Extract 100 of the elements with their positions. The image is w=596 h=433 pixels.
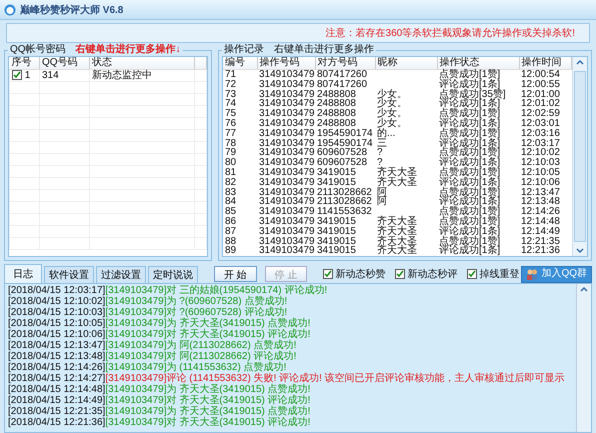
checkbox[interactable] bbox=[323, 269, 334, 279]
table-cell: 2488808 bbox=[317, 118, 356, 129]
table-cell: 12:00:54 bbox=[521, 69, 560, 80]
panel-title: QQ帐号密码 bbox=[10, 44, 66, 56]
table-cell: 12:13:47 bbox=[521, 186, 560, 198]
table-cell: 评论成功[1条] bbox=[439, 176, 500, 188]
table-cell: 的... bbox=[377, 128, 396, 139]
table-cell: 3419015 bbox=[317, 216, 356, 227]
table-cell: 12:03:01 bbox=[521, 118, 560, 129]
table-cell: 12:10:02 bbox=[521, 147, 560, 158]
column-header[interactable]: 操作状态 bbox=[437, 57, 519, 70]
column-header[interactable]: 状态 bbox=[90, 57, 194, 70]
table-cell: 12:14:48 bbox=[521, 216, 560, 227]
column-header[interactable]: 编号 bbox=[223, 57, 257, 70]
start-button[interactable]: 开 始 bbox=[214, 266, 257, 282]
log-line: [2018/04/15 12:03:17][3149103479]对 三的姑娘(1954590174) 评论成功! bbox=[8, 285, 328, 296]
table-cell: 点赞成功[1赞] bbox=[439, 216, 500, 227]
table-cell: 3419015 bbox=[317, 245, 356, 256]
table-cell: 12:10:06 bbox=[521, 176, 560, 188]
checkbox[interactable] bbox=[467, 269, 478, 279]
table-cell: 3149103479 bbox=[259, 147, 315, 158]
table-cell: 87 bbox=[225, 226, 236, 237]
tab[interactable]: 过滤设置 bbox=[96, 266, 146, 283]
table-cell: 1 bbox=[24, 70, 30, 81]
table-cell: 齐天大圣 bbox=[377, 245, 417, 256]
checkbox[interactable] bbox=[395, 269, 406, 279]
table-cell: 1954590174 bbox=[317, 138, 373, 149]
panel-hint: 右键单击进行更多操作 bbox=[274, 44, 374, 56]
table-cell: 少女。 bbox=[377, 88, 407, 100]
table-cell: 84 bbox=[225, 196, 236, 208]
table-cell: 评论成功[1条] bbox=[439, 138, 500, 149]
column-header[interactable]: 操作时间 bbox=[519, 57, 572, 70]
tab[interactable]: 定时说说 bbox=[148, 266, 198, 283]
column-header[interactable]: 昵称 bbox=[375, 57, 437, 70]
log-line: [2018/04/15 12:14:26][3149103479]为 (1141553632) 点赞成功! bbox=[8, 362, 288, 373]
table-cell: ? bbox=[377, 147, 383, 158]
table-cell: 评论成功[1条] bbox=[439, 226, 500, 237]
table-cell: 82 bbox=[225, 176, 236, 188]
scrollbar[interactable] bbox=[572, 57, 587, 256]
log-line: [2018/04/15 12:13:47][3149103479]为 阿(2113028662) 点赞成功! bbox=[8, 340, 298, 351]
table-cell: 2113028662 bbox=[317, 186, 372, 198]
table-cell: 点赞成功[1赞] bbox=[439, 69, 500, 80]
tab[interactable]: 软件设置 bbox=[44, 266, 94, 283]
log-line: [2018/04/15 12:21:35][3149103479]为 齐天大圣(3419015) 点赞成功! bbox=[8, 406, 312, 417]
table-cell: 2488808 bbox=[317, 108, 356, 120]
table-cell: 12:13:48 bbox=[521, 196, 560, 208]
table-cell: 73 bbox=[225, 88, 236, 100]
table-cell: 12:21:36 bbox=[521, 245, 560, 256]
table-cell: 评论成功[1条] bbox=[439, 245, 500, 256]
table-cell: 3149103479 bbox=[259, 138, 315, 149]
scrollbar[interactable] bbox=[576, 284, 591, 432]
table-cell: 3149103479 bbox=[259, 118, 315, 129]
table-cell: 评论成功[1条] bbox=[439, 118, 500, 129]
table-cell: 1141553632 bbox=[317, 206, 372, 218]
table-cell: 77 bbox=[225, 128, 236, 139]
checkbox-label[interactable]: 新动态秒赞 bbox=[335, 267, 386, 281]
table-cell: 新动态监控中 bbox=[90, 70, 194, 82]
table-cell: 79 bbox=[225, 147, 236, 158]
table-cell: 89 bbox=[225, 245, 236, 256]
table-cell: 点赞成功[1赞] bbox=[439, 128, 500, 139]
table-cell: 3149103479 bbox=[259, 69, 315, 80]
table-cell: 2113028662 bbox=[317, 196, 372, 208]
table-cell: 少女。 bbox=[377, 118, 407, 129]
table-cell: 点赞成功[1赞] bbox=[439, 236, 500, 247]
table-cell: 78 bbox=[225, 138, 236, 149]
table-cell: 74 bbox=[225, 98, 236, 110]
table-cell: 3149103479 bbox=[259, 128, 315, 139]
log-line: [2018/04/15 12:14:27][3149103479]评论 (1141553632) 失败! 评论成功! 该空间已开启评论审核功能，主人审核通过后即可显示 bbox=[8, 373, 566, 384]
table-cell: 3149103479 bbox=[259, 216, 315, 227]
table-cell: 12:01:02 bbox=[521, 98, 560, 110]
table-cell: 3149103479 bbox=[259, 78, 315, 90]
log-line: [2018/04/15 12:10:06][3149103479]对 齐天大圣(3419015) 评论成功! bbox=[8, 329, 312, 340]
table-cell: 3419015 bbox=[317, 166, 356, 178]
table-cell: 83 bbox=[225, 186, 236, 198]
checkbox-label[interactable]: 新动态秒评 bbox=[407, 267, 458, 281]
table-cell: 12:01:00 bbox=[521, 88, 560, 100]
table-cell: 807417260 bbox=[317, 78, 368, 90]
tab[interactable]: 日志 bbox=[4, 264, 42, 283]
table-cell: 齐天大圣 bbox=[377, 216, 417, 227]
table-cell: 12:02:59 bbox=[521, 108, 560, 120]
table-cell: 点赞成功[1赞] bbox=[439, 186, 500, 198]
column-header[interactable]: QQ号码 bbox=[40, 57, 90, 70]
table-cell: 12:10:03 bbox=[521, 157, 560, 168]
table-cell: 点赞成功[1赞] bbox=[439, 166, 500, 178]
table-cell: 12:03:17 bbox=[521, 138, 560, 149]
table-cell: 3419015 bbox=[317, 236, 356, 247]
table-cell: 314 bbox=[40, 70, 90, 82]
table-cell: 3149103479 bbox=[259, 206, 315, 218]
checkbox[interactable] bbox=[12, 70, 22, 80]
log-line: [2018/04/15 12:14:48][3149103479]为 齐天大圣(3419015) 点赞成功! bbox=[8, 384, 312, 395]
column-header[interactable]: 操作号码 bbox=[257, 57, 315, 70]
log-line: [2018/04/15 12:14:49][3149103479]对 齐天大圣(3419015) 评论成功! bbox=[8, 395, 312, 406]
table-cell: 3149103479 bbox=[259, 186, 315, 198]
window-title: 巅峰秒赞秒评大师 V6.8 bbox=[20, 4, 124, 16]
table-cell: 71 bbox=[225, 69, 236, 80]
checkbox-label[interactable]: 掉线重登 bbox=[479, 267, 520, 281]
table-cell: 609607528 bbox=[317, 157, 368, 168]
table-cell: 3149103479 bbox=[259, 236, 315, 247]
table-cell: 80 bbox=[225, 157, 236, 168]
table-cell: 86 bbox=[225, 216, 236, 227]
